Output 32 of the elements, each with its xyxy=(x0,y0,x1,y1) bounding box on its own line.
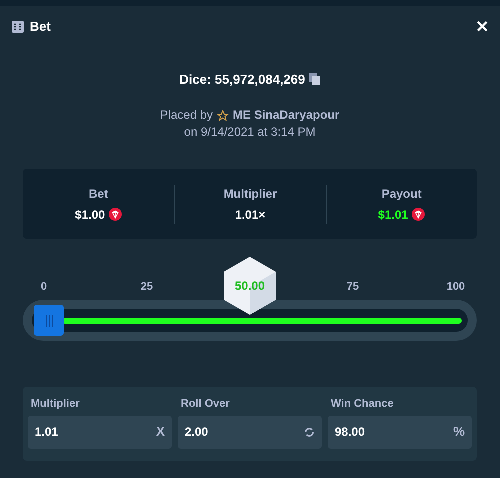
stat-label: Payout xyxy=(382,186,422,202)
stat-value: 1.01× xyxy=(235,206,266,224)
field-suffix: X xyxy=(156,423,165,442)
tick-label: 25 xyxy=(140,280,154,295)
tick-label: 75 xyxy=(346,280,360,295)
receipt-icon xyxy=(12,20,24,33)
stat-value: $1.01 xyxy=(378,206,408,224)
stat-label: Bet xyxy=(88,186,108,202)
slider-handle[interactable] xyxy=(34,305,64,336)
stat-label: Multiplier xyxy=(224,186,278,202)
game-title: Dice: 55,972,084,269 xyxy=(180,70,306,88)
input-field[interactable]: 1.01 X xyxy=(28,416,172,448)
field-suffix: % xyxy=(453,423,465,442)
input-field[interactable]: 98.00 % xyxy=(328,416,472,448)
placed-by-label: Placed by xyxy=(160,107,213,124)
input-field[interactable]: 2.00 xyxy=(178,416,322,448)
tick-label: 100 xyxy=(446,280,466,295)
modal-title: Bet xyxy=(30,18,51,36)
bet-date: on 9/14/2021 at 3:14 PM xyxy=(184,124,316,141)
copy-icon[interactable] xyxy=(309,73,320,86)
star-icon xyxy=(217,110,229,122)
field-label: Win Chance xyxy=(330,397,395,412)
field-label: Multiplier xyxy=(30,397,81,412)
result-value: 50.00 xyxy=(234,278,266,295)
field-label: Roll Over xyxy=(180,397,231,412)
close-button[interactable] xyxy=(477,21,488,32)
coin-icon xyxy=(412,208,426,221)
refresh-icon xyxy=(304,426,315,438)
stat-value: $1.00 xyxy=(75,206,106,224)
tick-label: 0 xyxy=(40,280,48,295)
username-link[interactable]: ME SinaDaryapour xyxy=(233,107,340,124)
coin-icon xyxy=(109,208,122,221)
